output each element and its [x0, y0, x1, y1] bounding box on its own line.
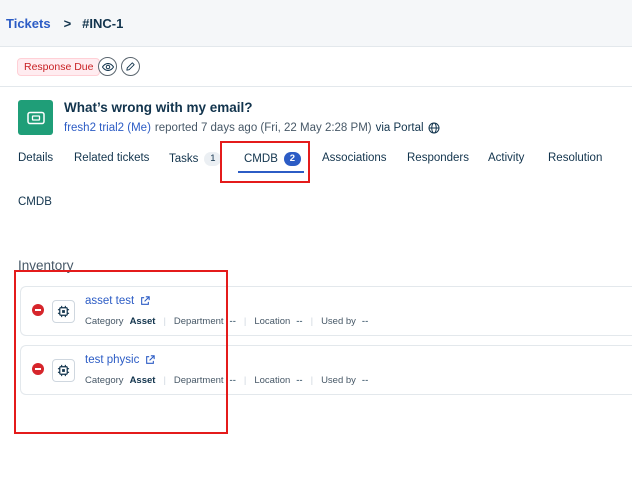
requester-link[interactable]: fresh2 trial2 (Me): [64, 122, 151, 134]
used-by-label: Used by: [321, 316, 356, 327]
globe-icon: [428, 122, 440, 134]
location-label: Location: [254, 316, 291, 327]
watch-button[interactable]: [98, 57, 117, 76]
field-separator: |: [310, 375, 314, 386]
tab-label: Details: [18, 152, 54, 164]
tab-label: Resolution: [548, 152, 603, 164]
response-due-badge: Response Due: [17, 58, 101, 76]
reported-time: reported 7 days ago (Fri, 22 May 2:28 PM…: [154, 122, 372, 134]
breadcrumb-bar: Tickets > #INC-1: [0, 0, 632, 47]
tab-label: Related tickets: [74, 152, 150, 164]
tab-tasks[interactable]: Tasks 1: [169, 152, 222, 166]
tab-resolution[interactable]: Resolution: [548, 152, 602, 164]
tab-activity[interactable]: Activity: [488, 152, 524, 164]
edit-button[interactable]: [121, 57, 140, 76]
department-value: --: [229, 316, 236, 327]
used-by-value: --: [361, 375, 369, 386]
tab-associations[interactable]: Associations: [322, 152, 387, 164]
ticket-icon: [26, 111, 45, 124]
ticket-type-icon: [18, 100, 53, 135]
tab-related-tickets[interactable]: Related tickets: [74, 152, 149, 164]
tab-label: Tasks: [169, 153, 199, 165]
ticket-title: What’s wrong with my email?: [64, 100, 253, 115]
eye-icon: [101, 62, 114, 71]
status-row: Response Due: [0, 47, 632, 87]
location-value: --: [296, 375, 303, 386]
breadcrumb-tickets-link[interactable]: Tickets: [6, 16, 51, 31]
highlight-box-inventory: [14, 270, 228, 434]
location-label: Location: [254, 375, 291, 386]
department-value: --: [229, 375, 236, 386]
ticket-meta: fresh2 trial2 (Me) reported 7 days ago (…: [64, 122, 440, 134]
field-separator: |: [310, 316, 314, 327]
section-label: CMDB: [18, 196, 52, 208]
location-value: --: [296, 316, 303, 327]
pencil-icon: [126, 62, 135, 71]
tab-count-badge: 1: [204, 152, 222, 166]
field-separator: |: [243, 375, 247, 386]
breadcrumb-current: #INC-1: [82, 15, 124, 31]
tab-responders[interactable]: Responders: [407, 152, 469, 164]
used-by-value: --: [361, 316, 369, 327]
tab-label: Responders: [407, 152, 470, 164]
ticket-tabs: Details Related tickets Tasks 1 CMDB 2 A…: [0, 146, 632, 174]
tab-details[interactable]: Details: [18, 152, 53, 164]
tab-label: Activity: [488, 152, 525, 164]
field-separator: |: [243, 316, 247, 327]
used-by-label: Used by: [321, 375, 356, 386]
ticket-source: via Portal: [375, 122, 424, 134]
highlight-box-cmdb-tab: [220, 141, 310, 183]
tab-label: Associations: [322, 152, 387, 164]
breadcrumb-separator: >: [63, 15, 72, 31]
